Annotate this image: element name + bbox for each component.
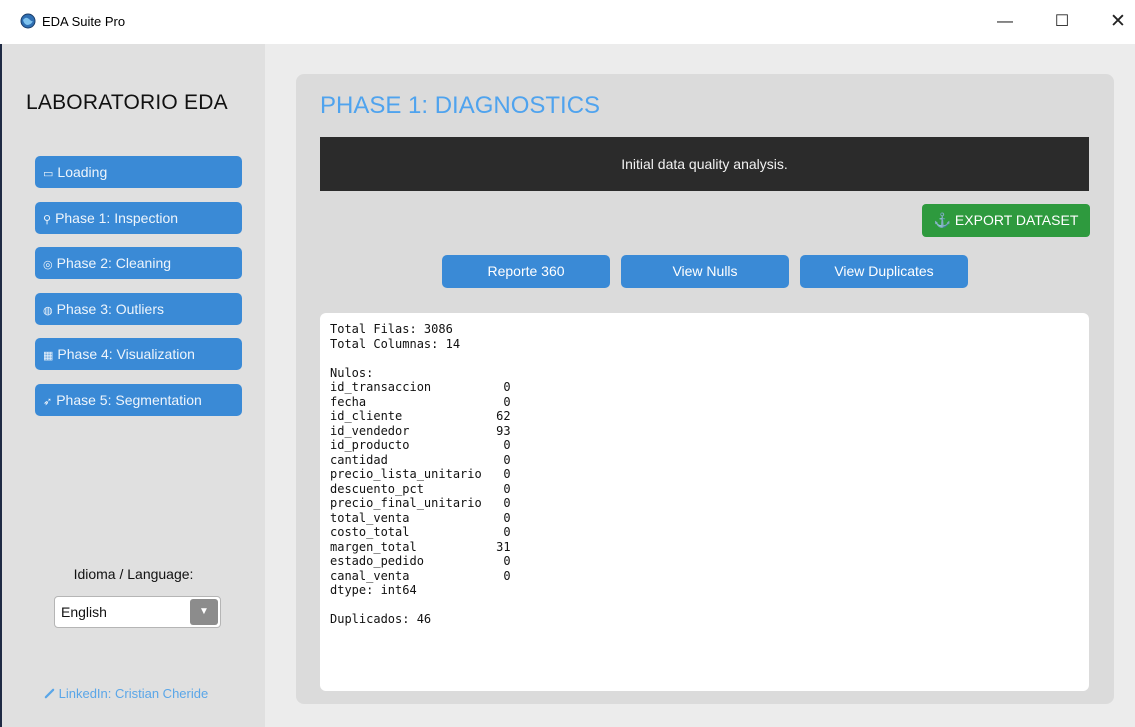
report-text: Total Filas: 3086 Total Columnas: 14 Nul…	[330, 322, 511, 626]
sidebar-item-label: Phase 5: Segmentation	[56, 392, 202, 408]
chevron-down-icon[interactable]: ▼	[190, 599, 218, 625]
maximize-button[interactable]: ☐	[1050, 10, 1074, 34]
search-icon: ⚲	[43, 214, 52, 226]
sidebar-item-label: Phase 4: Visualization	[57, 346, 195, 362]
report-textbox[interactable]: Total Filas: 3086 Total Columnas: 14 Nul…	[320, 313, 1089, 691]
close-button[interactable]: ✕	[1106, 10, 1130, 34]
outliers-icon: ◍	[43, 305, 53, 317]
export-dataset-button[interactable]: ⚓ EXPORT DATASET	[922, 204, 1090, 237]
sidebar-item-inspection[interactable]: ⚲ Phase 1: Inspection	[35, 202, 242, 234]
page-title: PHASE 1: DIAGNOSTICS	[320, 92, 601, 119]
sidebar-item-visualization[interactable]: ▦ Phase 4: Visualization	[35, 338, 242, 370]
sidebar-item-outliers[interactable]: ◍ Phase 3: Outliers	[35, 293, 242, 325]
window-titlebar: EDA Suite Pro — ☐ ✕	[0, 0, 1135, 44]
report-360-button[interactable]: Reporte 360	[442, 255, 610, 288]
sidebar-item-label: Loading	[57, 164, 108, 180]
language-select[interactable]: English ▼	[54, 596, 221, 628]
sidebar-brand-title: LABORATORIO EDA	[26, 91, 228, 114]
sidebar: LABORATORIO EDA ▭ Loading ⚲ Phase 1: Inspe…	[2, 44, 265, 727]
folder-icon: ▭	[43, 168, 54, 180]
chart-icon: ▦	[43, 350, 54, 362]
sidebar-item-label: Phase 3: Outliers	[56, 301, 164, 317]
sidebar-item-segmentation[interactable]: ➶ Phase 5: Segmentation	[35, 384, 242, 416]
linkedin-link[interactable]: LinkedIn: Cristian Cheride	[44, 686, 208, 701]
rocket-icon: ➶	[43, 396, 53, 408]
linkedin-link-label: LinkedIn: Cristian Cheride	[58, 686, 209, 701]
sidebar-item-label: Phase 2: Cleaning	[56, 255, 172, 271]
sidebar-item-label: Phase 1: Inspection	[55, 210, 179, 226]
sidebar-item-cleaning[interactable]: ◎ Phase 2: Cleaning	[35, 247, 242, 279]
window-title: EDA Suite Pro	[42, 14, 126, 29]
link-icon	[44, 688, 55, 699]
view-duplicates-button[interactable]: View Duplicates	[800, 255, 968, 288]
app-logo-icon	[20, 13, 36, 29]
view-nulls-button[interactable]: View Nulls	[621, 255, 789, 288]
language-select-value: English	[61, 604, 107, 620]
cleaning-icon: ◎	[43, 259, 53, 271]
sidebar-item-loading[interactable]: ▭ Loading	[35, 156, 242, 188]
info-banner: Initial data quality analysis.	[320, 137, 1089, 191]
minimize-button[interactable]: —	[993, 10, 1017, 34]
language-label: Idioma / Language:	[73, 566, 194, 582]
